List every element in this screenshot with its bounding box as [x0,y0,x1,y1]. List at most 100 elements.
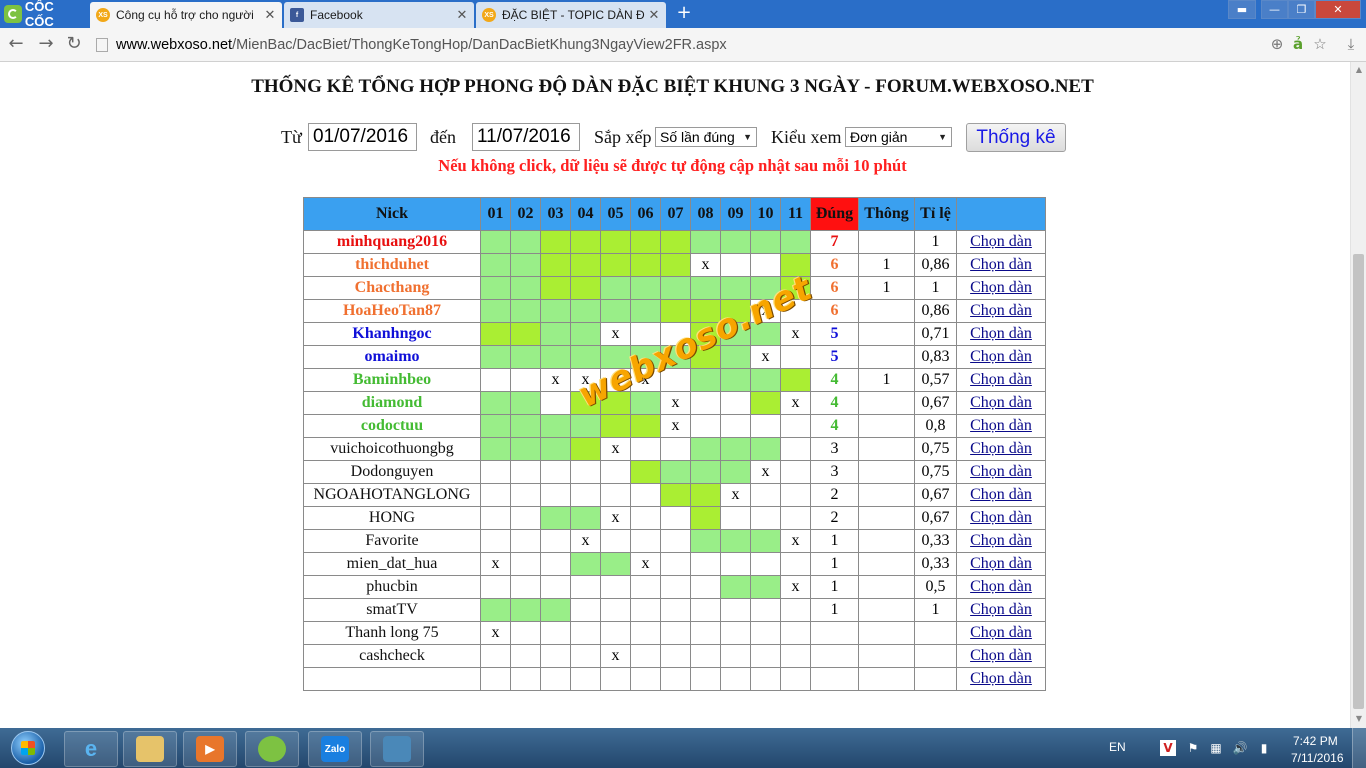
day-cell [720,667,751,691]
day-cell [540,230,571,254]
day-cell [630,506,661,530]
forward-arrow-icon[interactable]: → [36,34,56,54]
close-icon[interactable]: ✕ [648,7,660,23]
header-day: 02 [510,197,541,231]
choose-dan-link[interactable]: Chọn dàn [970,348,1032,365]
close-icon[interactable]: ✕ [456,7,468,23]
zoom-icon[interactable]: ⊕ [1268,35,1286,53]
scroll-up-icon[interactable]: ▲ [1354,65,1364,75]
choose-dan-link[interactable]: Chọn dàn [970,647,1032,664]
volume-icon[interactable]: 🔊 [1232,740,1248,756]
flag-icon[interactable]: ⚑ [1185,740,1201,756]
choose-dan-link[interactable]: Chọn dàn [970,325,1032,342]
back-arrow-icon[interactable]: ← [6,34,26,54]
day-cell [750,391,781,415]
tab-facebook[interactable]: f Facebook ✕ [284,2,474,28]
battery-icon[interactable]: ▮ [1256,740,1272,756]
from-date-input[interactable]: 01/07/2016 [308,123,417,151]
choose-dan-link[interactable]: Chọn dàn [970,256,1032,273]
bookmark-star-icon[interactable]: ☆ [1311,35,1329,53]
address-bar: ← → ↻ www.webxoso.net/MienBac/DacBiet/Th… [0,28,1366,62]
minimize-icon[interactable]: — [1261,0,1288,19]
choose-dan-link[interactable]: Chọn dàn [970,486,1032,503]
taskbar-explorer[interactable] [123,731,177,767]
start-button[interactable] [4,731,52,765]
language-indicator[interactable]: EN [1109,740,1126,754]
action-cell: Chọn dàn [956,276,1046,300]
choose-dan-link[interactable]: Chọn dàn [970,509,1032,526]
day-cell [660,345,691,369]
dung-cell: 5 [810,322,859,346]
day-cell [600,299,631,323]
statistics-button[interactable]: Thống kê [966,123,1066,152]
choose-dan-link[interactable]: Chọn dàn [970,532,1032,549]
choose-dan-link[interactable]: Chọn dàn [970,394,1032,411]
scroll-down-icon[interactable]: ▼ [1354,714,1364,724]
choose-dan-link[interactable]: Chọn dàn [970,601,1032,618]
clock-time[interactable]: 7:42 PM [1293,734,1338,748]
choose-dan-link[interactable]: Chọn dàn [970,578,1032,595]
choose-dan-link[interactable]: Chọn dàn [970,624,1032,641]
choose-dan-link[interactable]: Chọn dàn [970,463,1032,480]
day-cell [600,529,631,553]
day-cell [660,230,691,254]
view-mode-select[interactable]: Đơn giản ▼ [845,127,952,147]
day-cell [480,368,511,392]
choose-dan-link[interactable]: Chọn dàn [970,233,1032,250]
day-cell [630,460,661,484]
vietkey-icon[interactable]: V [1160,740,1176,756]
choose-dan-link[interactable]: Chọn dàn [970,555,1032,572]
download-icon[interactable]: ⤓ [1342,35,1360,53]
taskbar-photo-viewer[interactable] [370,731,424,767]
network-icon[interactable]: ▦ [1208,740,1224,756]
profile-icon[interactable]: ▬ [1228,0,1256,19]
day-cell [630,391,661,415]
coccoc-menu-button[interactable]: CỐC CỐC [0,0,86,29]
ratio-cell: 1 [914,598,957,622]
action-cell: Chọn dàn [956,483,1046,507]
new-tab-plus-icon[interactable]: + [676,4,692,22]
choose-dan-link[interactable]: Chọn dàn [970,417,1032,434]
table-row: HoaHeoTan87 x 6 0,86 Chọn dàn [303,299,1046,323]
close-icon[interactable]: ✕ [264,7,276,23]
coccoc-logo-icon [4,5,22,23]
clock-date[interactable]: 7/11/2016 [1291,751,1344,765]
taskbar-zalo[interactable]: Zalo [308,731,362,767]
thong-cell: 1 [858,253,915,277]
day-cell [630,276,661,300]
dung-cell: 4 [810,368,859,392]
taskbar-media-player[interactable]: ▶ [183,731,237,767]
window-close-icon[interactable]: ✕ [1315,0,1361,19]
taskbar-ie[interactable]: e [64,731,118,767]
day-cell [750,253,781,277]
choose-dan-link[interactable]: Chọn dàn [970,371,1032,388]
day-cell [540,575,571,599]
tab-title: ĐẶC BIỆT - TOPIC DÀN Đ [502,8,645,22]
choose-dan-link[interactable]: Chọn dàn [970,279,1032,296]
sort-select[interactable]: Số lần đúng ▼ [655,127,757,147]
choose-dan-link[interactable]: Chọn dàn [970,670,1032,687]
to-date-input[interactable]: 11/07/2016 [472,123,580,151]
tab-dac-biet-topic[interactable]: XS ĐẶC BIỆT - TOPIC DÀN Đ ✕ [476,2,666,28]
day-cell [510,253,541,277]
choose-dan-link[interactable]: Chọn dàn [970,440,1032,457]
day-cell [630,414,661,438]
day-cell [660,368,691,392]
day-cell [660,276,691,300]
show-desktop-button[interactable] [1352,728,1366,768]
scrollbar-thumb[interactable] [1353,254,1364,709]
table-row: mien_dat_hua x x 1 0,33 Chọn dàn [303,552,1046,576]
page-scrollbar[interactable]: ▲ ▼ [1350,62,1366,728]
day-cell [630,598,661,622]
url-input[interactable]: www.webxoso.net/MienBac/DacBiet/ThongKeT… [96,33,1336,56]
day-cell [720,529,751,553]
maximize-icon[interactable]: ❐ [1288,0,1315,19]
day-cell [690,345,721,369]
taskbar-coccoc[interactable] [245,731,299,767]
reload-icon[interactable]: ↻ [64,34,84,54]
action-cell: Chọn dàn [956,506,1046,530]
action-cell: Chọn dàn [956,460,1046,484]
vietnamese-typing-icon[interactable]: ả [1289,35,1307,53]
tab-webxoso-tool[interactable]: XS Công cụ hỗ trợ cho người ✕ [90,2,282,28]
choose-dan-link[interactable]: Chọn dàn [970,302,1032,319]
